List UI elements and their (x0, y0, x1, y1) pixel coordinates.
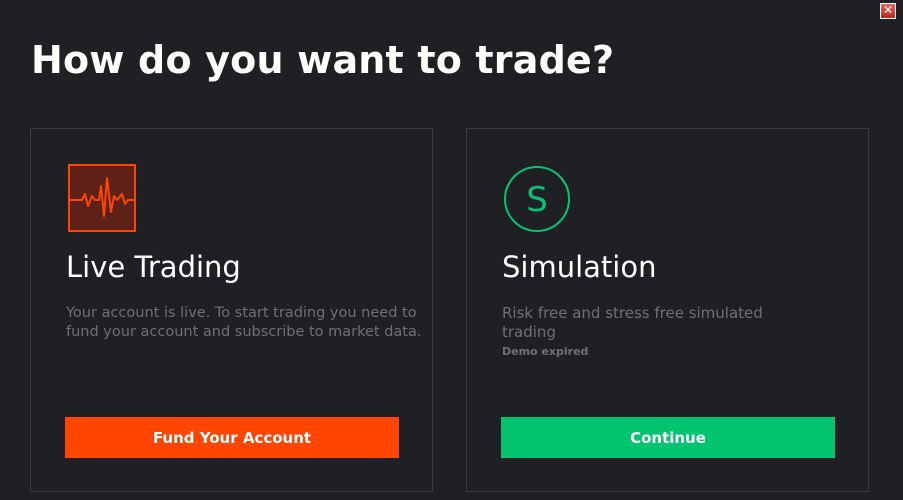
simulation-title: Simulation (502, 250, 657, 284)
close-button[interactable]: ✕ (880, 3, 896, 19)
simulation-s-icon: S (504, 166, 570, 232)
demo-status-note: Demo expired (502, 345, 589, 358)
page-title: How do you want to trade? (31, 38, 615, 82)
continue-button[interactable]: Continue (501, 417, 835, 458)
trade-mode-dialog: ✕ How do you want to trade? Live Trading… (0, 0, 903, 500)
close-icon: ✕ (882, 3, 894, 17)
heartbeat-pulse-icon (68, 164, 136, 232)
simulation-card[interactable]: S Simulation Risk free and stress free s… (466, 128, 869, 492)
live-trading-title: Live Trading (66, 250, 241, 284)
simulation-description: Risk free and stress free simulated trad… (502, 304, 763, 341)
live-trading-description: Your account is live. To start trading y… (66, 305, 422, 340)
live-trading-card[interactable]: Live Trading Your account is live. To st… (30, 128, 433, 492)
simulation-s-letter: S (526, 180, 548, 220)
fund-account-button[interactable]: Fund Your Account (65, 417, 399, 458)
